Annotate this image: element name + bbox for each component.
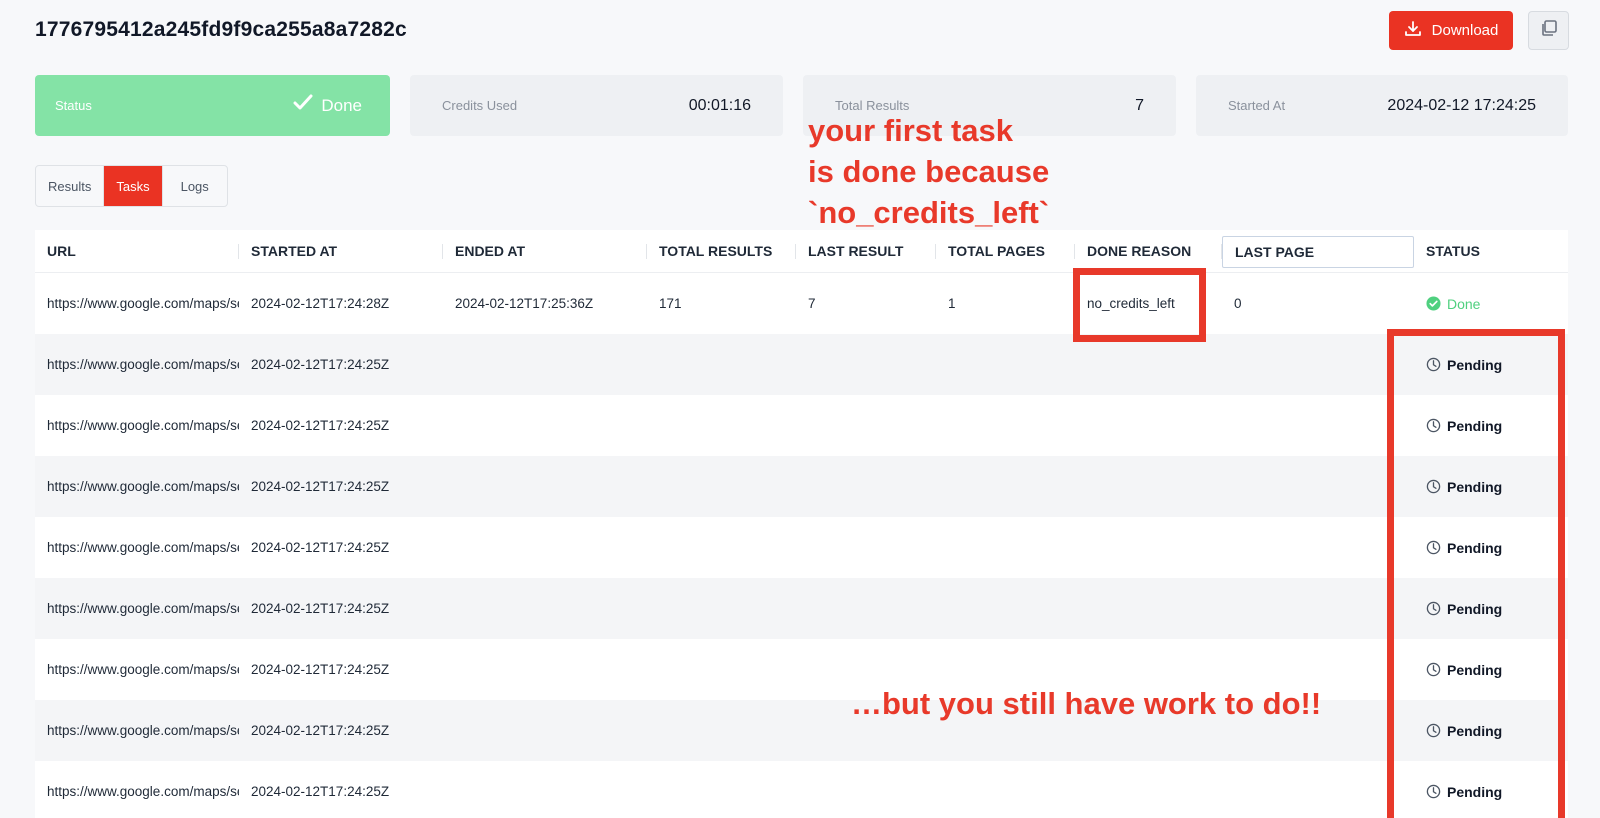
table-row[interactable]: https://www.google.com/maps/search/2024-…: [35, 761, 1568, 818]
cell-ended-at: 2024-02-12T17:25:36Z: [455, 296, 594, 311]
cell-started-at: 2024-02-12T17:24:25Z: [251, 540, 390, 555]
cell-url: https://www.google.com/maps/search/: [47, 601, 239, 616]
table-row[interactable]: https://www.google.com/maps/search/2024-…: [35, 456, 1568, 517]
column-header-label: TOTAL PAGES: [948, 243, 1045, 259]
cell-last-page: 0: [1234, 296, 1242, 311]
cell-status: Done: [1414, 296, 1568, 312]
table-row[interactable]: https://www.google.com/maps/search/2024-…: [35, 273, 1568, 334]
table-row[interactable]: https://www.google.com/maps/search/2024-…: [35, 578, 1568, 639]
cell-url: https://www.google.com/maps/search/: [47, 540, 239, 555]
cell-started-at: 2024-02-12T17:24:28Z: [251, 296, 390, 311]
annotation-first-task: your first task is done because `no_cred…: [808, 110, 1049, 233]
annotation-box-status: [1387, 329, 1565, 818]
copy-button[interactable]: [1528, 11, 1569, 50]
status-text: Done: [1447, 295, 1481, 312]
column-header-label: DONE REASON: [1087, 243, 1192, 259]
tab-tasks[interactable]: Tasks: [104, 166, 163, 206]
status-card: Status Done: [35, 75, 390, 136]
column-header-last-result[interactable]: LAST RESULT: [796, 230, 936, 272]
column-header-last-page[interactable]: LAST PAGE: [1222, 235, 1414, 268]
annotation-box-done-reason: [1073, 268, 1206, 342]
download-label: Download: [1431, 22, 1499, 39]
table-row[interactable]: https://www.google.com/maps/search/2024-…: [35, 517, 1568, 578]
column-header-label: LAST RESULT: [808, 243, 904, 259]
started-at-card: Started At 2024-02-12 17:24:25: [1196, 75, 1568, 136]
started-at-label: Started At: [1228, 98, 1286, 113]
annotation-line: `no_credits_left`: [808, 195, 1050, 230]
cell-started-at: 2024-02-12T17:24:25Z: [251, 479, 390, 494]
table-row[interactable]: https://www.google.com/maps/search/2024-…: [35, 334, 1568, 395]
column-header-total-pages[interactable]: TOTAL PAGES: [936, 230, 1075, 272]
table-header: URL STARTED AT ENDED AT TOTAL RESULTS LA…: [35, 230, 1568, 273]
cell-started-at: 2024-02-12T17:24:25Z: [251, 662, 390, 677]
column-header-status[interactable]: STATUS: [1414, 230, 1568, 272]
cell-started-at: 2024-02-12T17:24:25Z: [251, 784, 390, 799]
column-header-label: STARTED AT: [251, 243, 338, 259]
cell-url: https://www.google.com/maps/search/: [47, 357, 239, 372]
status-card-label: Status: [55, 98, 92, 113]
cell-url: https://www.google.com/maps/search/: [47, 479, 239, 494]
cell-url: https://www.google.com/maps/search/: [47, 784, 239, 799]
column-header-label: LAST PAGE: [1235, 243, 1315, 260]
annotation-work-to-do: …but you still have work to do!!: [851, 686, 1322, 721]
column-header-done-reason[interactable]: DONE REASON: [1075, 230, 1222, 272]
cell-url: https://www.google.com/maps/search/: [47, 723, 239, 738]
column-header-label: ENDED AT: [455, 243, 525, 259]
cell-started-at: 2024-02-12T17:24:25Z: [251, 601, 390, 616]
table-row[interactable]: https://www.google.com/maps/search/2024-…: [35, 639, 1568, 700]
check-circle-icon: [1426, 296, 1441, 311]
total-results-value: 7: [1135, 96, 1144, 114]
credits-used-label: Credits Used: [442, 98, 518, 113]
annotation-line: is done because: [808, 154, 1050, 189]
download-icon: [1404, 20, 1422, 42]
table-row[interactable]: https://www.google.com/maps/search/2024-…: [35, 700, 1568, 761]
cell-total-results: 171: [659, 296, 682, 311]
tasks-table: URL STARTED AT ENDED AT TOTAL RESULTS LA…: [35, 230, 1568, 818]
cell-started-at: 2024-02-12T17:24:25Z: [251, 723, 390, 738]
page-title: 1776795412a245fd9f9ca255a8a7282c: [35, 18, 407, 41]
credits-used-value: 00:01:16: [688, 96, 751, 114]
cell-started-at: 2024-02-12T17:24:25Z: [251, 357, 390, 372]
started-at-value: 2024-02-12 17:24:25: [1387, 96, 1536, 114]
cell-url: https://www.google.com/maps/search/: [47, 418, 239, 433]
table-body: https://www.google.com/maps/search/2024-…: [35, 273, 1568, 818]
cell-url: https://www.google.com/maps/search/: [47, 662, 239, 677]
status-card-value-text: Done: [321, 95, 362, 115]
table-row[interactable]: https://www.google.com/maps/search/2024-…: [35, 395, 1568, 456]
status-card-value: Done: [293, 94, 362, 117]
column-header-ended-at[interactable]: ENDED AT: [443, 230, 647, 272]
download-button[interactable]: Download: [1389, 11, 1513, 50]
check-icon: [293, 94, 313, 117]
column-header-label: STATUS: [1426, 243, 1480, 259]
cell-started-at: 2024-02-12T17:24:25Z: [251, 418, 390, 433]
column-header-label: TOTAL RESULTS: [659, 243, 773, 259]
tab-bar: Results Tasks Logs: [35, 165, 228, 207]
cell-url: https://www.google.com/maps/search/: [47, 296, 239, 311]
tab-results[interactable]: Results: [36, 166, 105, 206]
column-header-started-at[interactable]: STARTED AT: [239, 230, 443, 272]
column-header-total-results[interactable]: TOTAL RESULTS: [647, 230, 796, 272]
cell-last-result: 7: [808, 296, 816, 311]
column-header-label: URL: [47, 243, 76, 259]
annotation-line: your first task: [808, 113, 1014, 148]
copy-icon: [1540, 19, 1558, 42]
credits-used-card: Credits Used 00:01:16: [410, 75, 783, 136]
column-header-url[interactable]: URL: [35, 230, 239, 272]
cell-total-pages: 1: [948, 296, 956, 311]
tab-logs[interactable]: Logs: [163, 166, 227, 206]
status-badge: Done: [1426, 296, 1568, 312]
